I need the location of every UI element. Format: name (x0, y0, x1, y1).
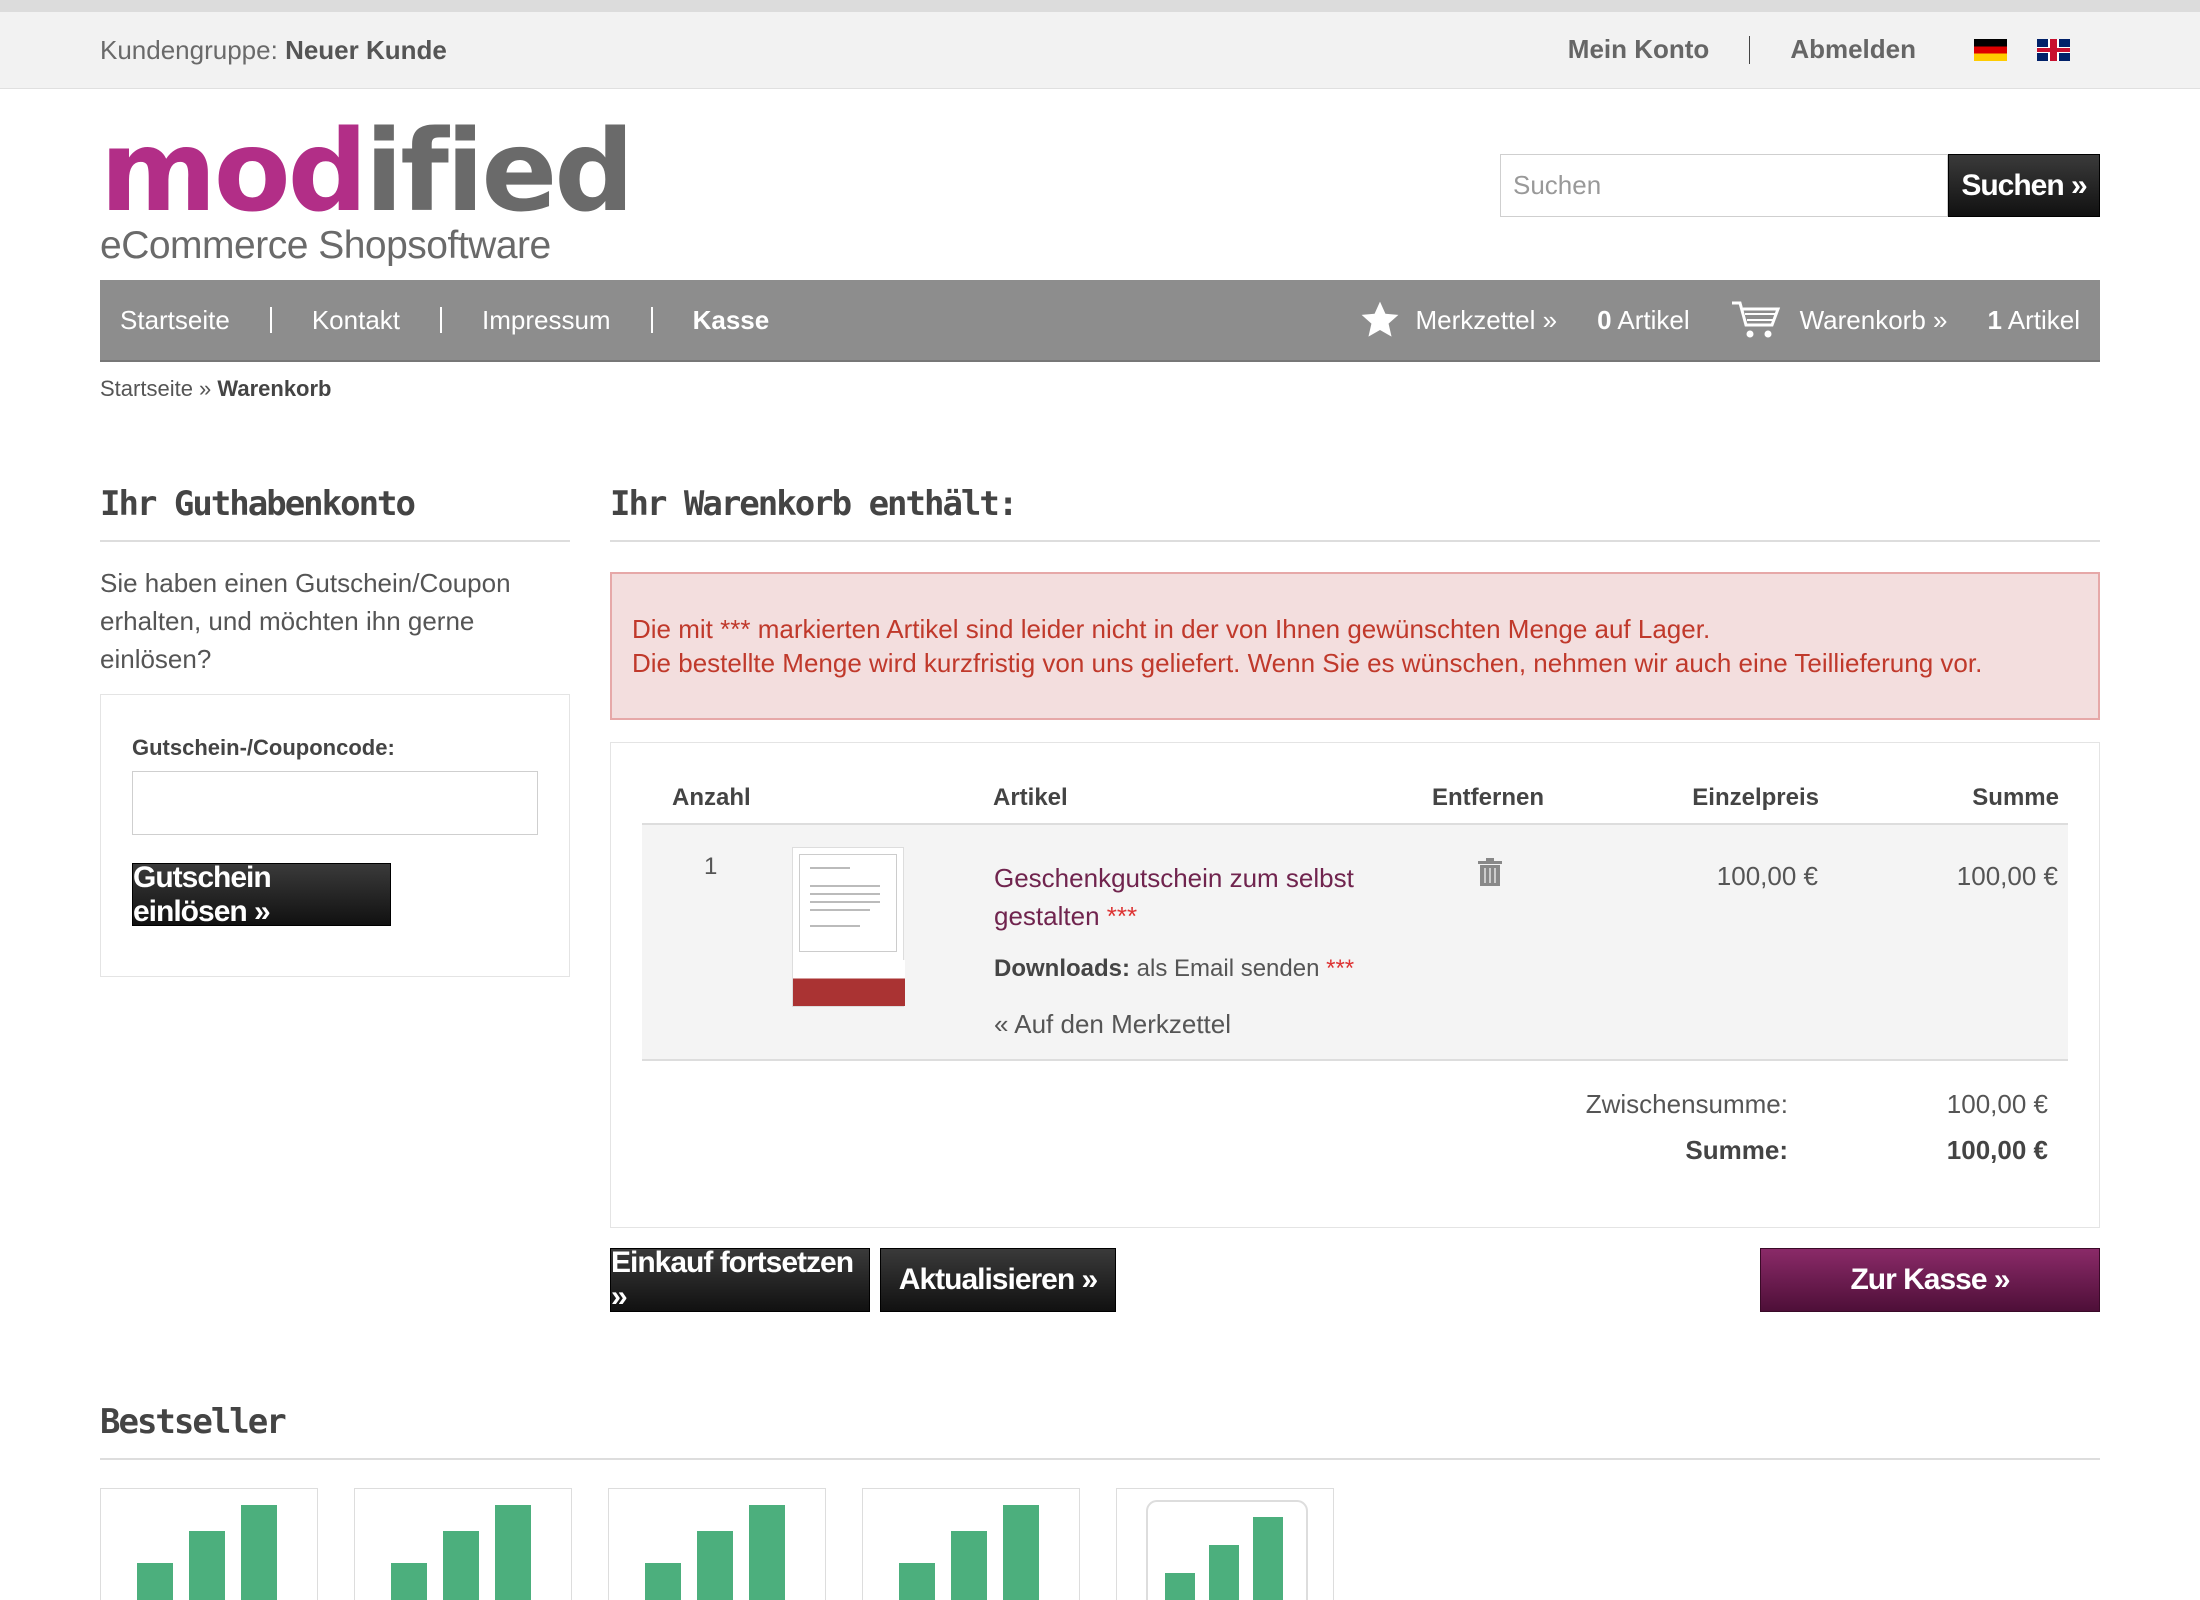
update-cart-button[interactable]: Aktualisieren » (880, 1248, 1116, 1312)
no-image-placeholder-icon (1146, 1500, 1308, 1600)
divider (440, 307, 442, 333)
cart-section: Ihr Warenkorb enthält: Die mit *** marki… (610, 484, 2100, 1313)
coupon-text: Sie haben einen Gutschein/Coupon erhalte… (100, 568, 511, 674)
coupon-section: Ihr Guthabenkonto Sie haben einen Gutsch… (100, 484, 570, 977)
stock-alert: Die mit *** markierten Artikel sind leid… (610, 572, 2100, 720)
breadcrumb: Startseite » Warenkorb (100, 376, 332, 402)
no-image-placeholder-icon (899, 1505, 1039, 1600)
cart-link[interactable]: Warenkorb » (1800, 305, 1948, 336)
top-strip (0, 0, 2200, 12)
move-to-wishlist-link[interactable]: « Auf den Merkzettel (994, 1009, 1231, 1040)
wishlist-link[interactable]: Merkzettel » (1415, 305, 1557, 336)
star-icon (1362, 301, 1399, 337)
nav-item-checkout[interactable]: Kasse (693, 305, 770, 336)
voucher-banner-image (793, 960, 905, 1006)
row-total: 100,00 € (1956, 861, 2058, 891)
german-flag-icon[interactable] (1974, 38, 2007, 61)
total-value: 100,00 € (1946, 1135, 2048, 1165)
main-nav: Startseite Kontakt Impressum Kasse Merkz… (100, 280, 2100, 362)
logo-text-brand: mod (100, 107, 368, 237)
column-article: Artikel (993, 784, 1068, 811)
cart-table: Anzahl Artikel Entfernen Einzelpreis Sum… (610, 742, 2100, 1228)
product-thumbnail[interactable] (792, 847, 905, 1007)
bestseller-item[interactable] (1116, 1488, 1334, 1600)
search-form: Suchen » (1500, 154, 2100, 217)
unit-price: 100,00 € (1716, 861, 1818, 891)
customer-group-label: Kundengruppe: (100, 35, 278, 65)
top-bar: Kundengruppe: Neuer Kunde Mein Konto Abm… (0, 12, 2200, 89)
column-remove: Entfernen (1432, 784, 1545, 811)
product-name-link[interactable]: Geschenkgutschein zum selbst gestalten *… (994, 859, 1414, 935)
coupon-heading: Ihr Guthabenkonto (100, 484, 570, 542)
cart-row: 1 Geschenkgutschein zum selbst gestalten… (642, 825, 2068, 1061)
continue-shopping-button[interactable]: Einkauf fortsetzen » (610, 1246, 870, 1313)
bestseller-heading: Bestseller (100, 1402, 2100, 1460)
cart-table-header: Anzahl Artikel Entfernen Einzelpreis Sum… (642, 773, 2068, 825)
divider (650, 307, 653, 333)
logo-text-rest: ified (364, 107, 635, 237)
bestseller-section: Bestseller (100, 1402, 2100, 1600)
cart-icon (1731, 301, 1780, 338)
logout-link[interactable]: Abmelden (1790, 34, 1916, 65)
column-unit-price: Einzelpreis (1692, 784, 1819, 811)
coupon-box: Gutschein-/Couponcode: Gutschein einlöse… (100, 694, 570, 977)
total-label: Summe: (1685, 1135, 1788, 1165)
item-qty: 1 (704, 853, 718, 880)
downloads-info: Downloads: als Email senden *** (994, 955, 1355, 982)
search-input[interactable] (1500, 154, 1948, 217)
checkout-button[interactable]: Zur Kasse » (1760, 1248, 2100, 1312)
nav-item-imprint[interactable]: Impressum (482, 305, 611, 336)
subtotal-value: 100,00 € (1946, 1089, 2048, 1119)
bestseller-item[interactable] (608, 1488, 826, 1600)
divider (1749, 35, 1751, 64)
bestseller-item[interactable] (100, 1488, 318, 1600)
nav-item-home[interactable]: Startseite (120, 305, 230, 336)
redeem-coupon-button[interactable]: Gutschein einlösen » (132, 861, 391, 928)
shop-logo[interactable]: modified eCommerce Shopsoftware (100, 116, 634, 268)
no-image-placeholder-icon (645, 1505, 785, 1600)
divider (269, 307, 272, 333)
column-total: Summe (1972, 784, 2059, 811)
trash-icon[interactable] (1477, 857, 1503, 887)
cart-totals: Zwischensumme: 100,00 € Summe: 100,00 € (642, 1061, 2068, 1191)
column-qty: Anzahl (672, 784, 751, 811)
search-button[interactable]: Suchen » (1948, 154, 2100, 217)
no-image-placeholder-icon (137, 1505, 277, 1600)
breadcrumb-current: Warenkorb (217, 376, 332, 401)
bestseller-item[interactable] (354, 1488, 572, 1600)
cart-actions: Einkauf fortsetzen » Aktualisieren » Zur… (610, 1246, 2100, 1313)
breadcrumb-home[interactable]: Startseite (100, 376, 193, 401)
coupon-code-input[interactable] (132, 771, 538, 835)
breadcrumb-separator: » (192, 376, 218, 401)
english-flag-icon[interactable] (2037, 38, 2070, 61)
cart-count: 1 Artikel (1987, 304, 2080, 335)
customer-group: Kundengruppe: Neuer Kunde (100, 35, 447, 66)
no-image-placeholder-icon (391, 1505, 531, 1600)
top-links: Mein Konto Abmelden (1568, 34, 2070, 65)
customer-group-value: Neuer Kunde (285, 35, 447, 65)
nav-item-contact[interactable]: Kontakt (312, 305, 400, 336)
bestseller-item[interactable] (862, 1488, 1080, 1600)
voucher-card-image (799, 854, 897, 952)
my-account-link[interactable]: Mein Konto (1568, 34, 1710, 65)
wishlist-count: 0 Artikel (1597, 304, 1690, 335)
cart-heading: Ihr Warenkorb enthält: (610, 484, 2100, 542)
coupon-field-label: Gutschein-/Couponcode: (132, 735, 395, 760)
subtotal-label: Zwischensumme: (1585, 1089, 1788, 1119)
